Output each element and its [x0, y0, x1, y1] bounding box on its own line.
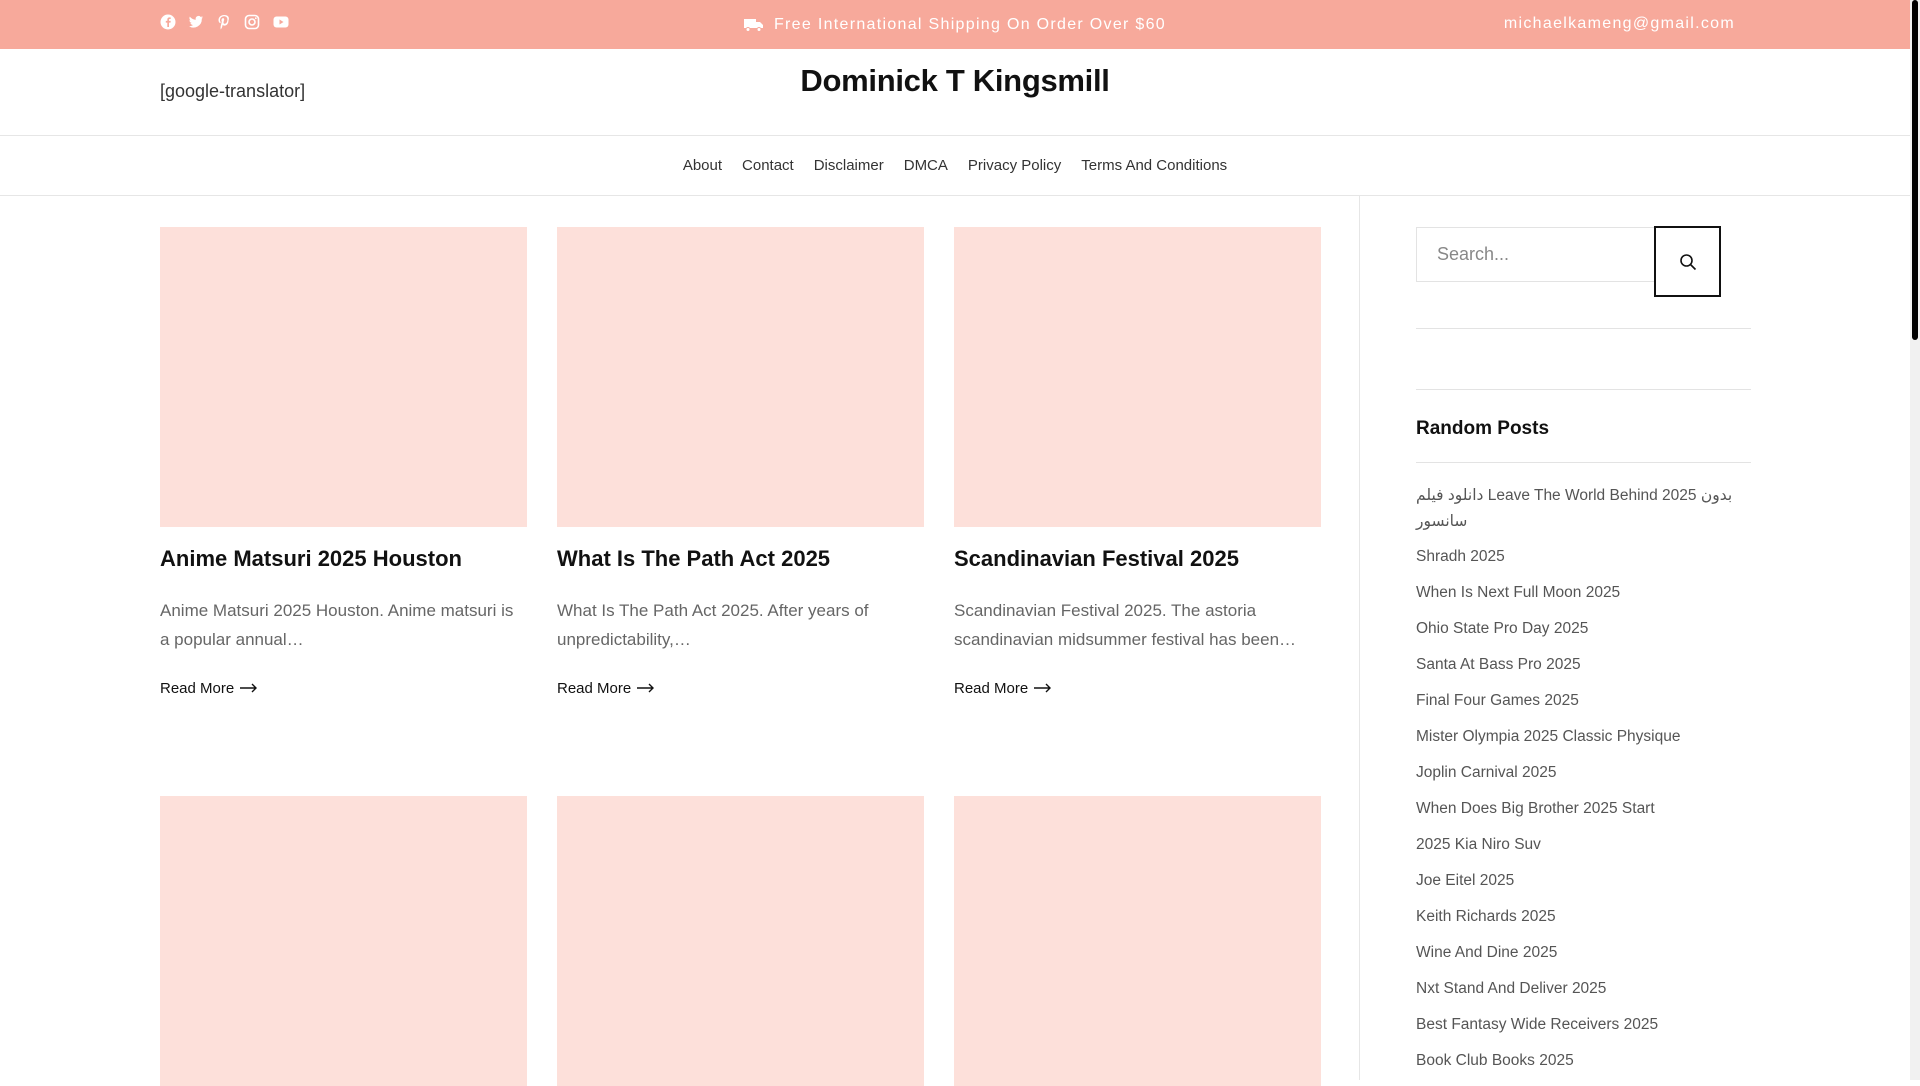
- nav-item-dmca[interactable]: DMCA: [904, 157, 948, 174]
- post-thumbnail[interactable]: [557, 227, 924, 527]
- post-thumbnail[interactable]: [954, 227, 1321, 527]
- post-card: Scandinavian Festival 2025 Scandinavian …: [954, 227, 1321, 697]
- random-post-link[interactable]: Best Fantasy Wide Receivers 2025: [1416, 1012, 1751, 1038]
- search-icon: [1679, 253, 1696, 270]
- random-post-link[interactable]: Joe Eitel 2025: [1416, 868, 1751, 894]
- post-thumbnail[interactable]: [954, 796, 1321, 1086]
- post-excerpt: Anime Matsuri 2025 Houston. Anime matsur…: [160, 600, 514, 649]
- arrow-right-icon: [1034, 683, 1052, 693]
- random-posts-list: دانلود فیلم Leave The World Behind 2025 …: [1416, 483, 1751, 1084]
- random-post-link[interactable]: When Does Big Brother 2025 Start: [1416, 796, 1751, 822]
- random-post-link[interactable]: Ohio State Pro Day 2025: [1416, 616, 1751, 642]
- post-title[interactable]: What Is The Path Act 2025: [557, 545, 924, 574]
- nav-item-contact[interactable]: Contact: [742, 157, 794, 174]
- random-post-link[interactable]: Santa At Bass Pro 2025: [1416, 652, 1751, 678]
- post-title[interactable]: Anime Matsuri 2025 Houston: [160, 545, 527, 574]
- nav-item-about[interactable]: About: [683, 157, 722, 174]
- contact-email[interactable]: michaelkameng@gmail.com: [1504, 0, 1735, 49]
- nav-item-terms[interactable]: Terms And Conditions: [1081, 157, 1227, 174]
- shipping-text: Free International Shipping On Order Ove…: [773, 15, 1166, 33]
- nav-item-privacy-policy[interactable]: Privacy Policy: [968, 157, 1061, 174]
- post-card: Anime Matsuri 2025 Houston Anime Matsuri…: [160, 227, 527, 697]
- nav-item-disclaimer[interactable]: Disclaimer: [814, 157, 884, 174]
- read-more-label: Read More: [954, 679, 1029, 697]
- read-more-link[interactable]: Read More: [954, 680, 1321, 697]
- random-post-link[interactable]: Shradh 2025: [1416, 544, 1751, 570]
- sidebar-separator: [1416, 389, 1751, 390]
- post-thumbnail[interactable]: [160, 796, 527, 1086]
- post-thumbnail[interactable]: [557, 796, 924, 1086]
- random-post-link[interactable]: دانلود فیلم Leave The World Behind 2025 …: [1416, 483, 1751, 535]
- search-form: [1416, 226, 1721, 297]
- sidebar-separator: [1416, 328, 1751, 329]
- read-more-link[interactable]: Read More: [160, 680, 527, 697]
- post-excerpt: Scandinavian Festival 2025. The astoria …: [954, 600, 1297, 649]
- read-more-label: Read More: [557, 679, 632, 697]
- site-header: [google-translator] Dominick T Kingsmill: [0, 49, 1910, 136]
- random-post-link[interactable]: Wine And Dine 2025: [1416, 940, 1751, 966]
- top-bar: Free International Shipping On Order Ove…: [0, 0, 1910, 49]
- site-title[interactable]: Dominick T Kingsmill: [0, 63, 1910, 99]
- random-post-link[interactable]: Joplin Carnival 2025: [1416, 760, 1751, 786]
- post-excerpt: What Is The Path Act 2025. After years o…: [557, 600, 869, 649]
- random-post-link[interactable]: 2025 Kia Niro Suv: [1416, 832, 1751, 858]
- main-nav: About Contact Disclaimer DMCA Privacy Po…: [0, 136, 1910, 196]
- arrow-right-icon: [637, 683, 655, 693]
- post-card: [557, 796, 924, 1086]
- scrollbar-thumb[interactable]: [1912, 0, 1918, 340]
- sidebar-divider: [1359, 196, 1360, 1080]
- search-input[interactable]: [1416, 227, 1654, 282]
- read-more-link[interactable]: Read More: [557, 680, 924, 697]
- truck-icon: [743, 18, 763, 32]
- random-post-link[interactable]: Nxt Stand And Deliver 2025: [1416, 976, 1751, 1002]
- arrow-right-icon: [240, 683, 258, 693]
- widget-title-underline: [1416, 462, 1751, 463]
- post-title[interactable]: Scandinavian Festival 2025: [954, 545, 1321, 574]
- post-card: [954, 796, 1321, 1086]
- random-post-link[interactable]: Mister Olympia 2025 Classic Physique: [1416, 724, 1751, 750]
- post-card: [160, 796, 527, 1086]
- random-post-link[interactable]: Final Four Games 2025: [1416, 688, 1751, 714]
- search-button[interactable]: [1654, 226, 1721, 297]
- random-posts-title: Random Posts: [1416, 418, 1550, 439]
- post-card: What Is The Path Act 2025 What Is The Pa…: [557, 227, 924, 697]
- random-post-link[interactable]: Book Club Books 2025: [1416, 1048, 1751, 1074]
- random-post-link[interactable]: When Is Next Full Moon 2025: [1416, 580, 1751, 606]
- read-more-label: Read More: [160, 679, 235, 697]
- post-thumbnail[interactable]: [160, 227, 527, 527]
- random-post-link[interactable]: Keith Richards 2025: [1416, 904, 1751, 930]
